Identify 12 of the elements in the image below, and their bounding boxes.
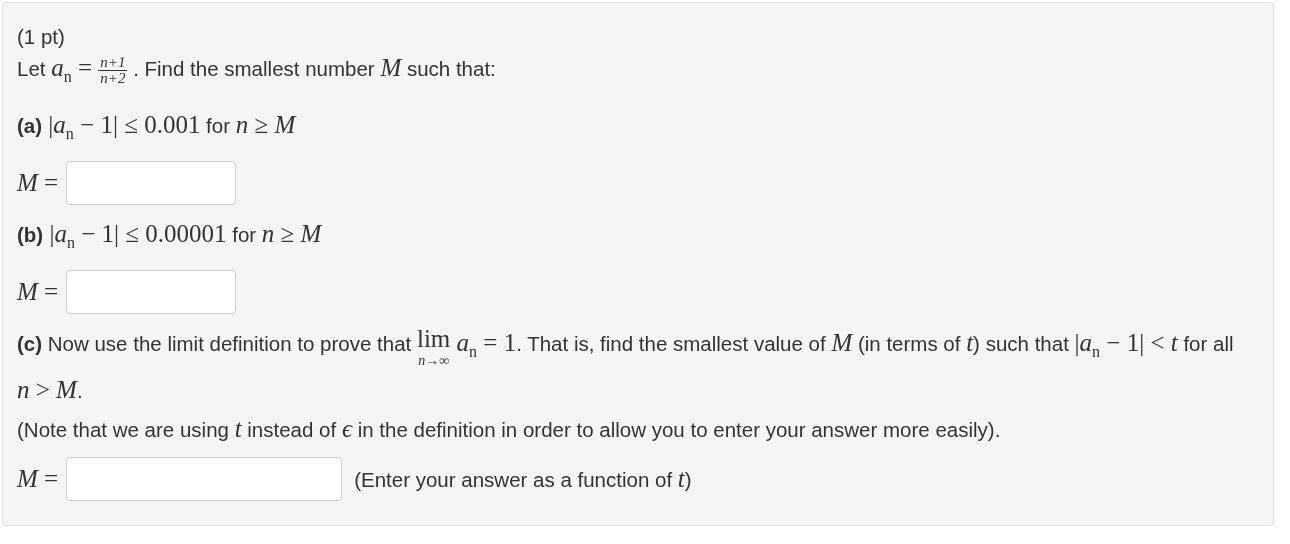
answer-field[interactable] [66, 161, 237, 205]
answer-field[interactable] [66, 457, 343, 501]
answer-label: M = [17, 278, 59, 306]
points-label: (1 pt) [17, 25, 66, 49]
hint-text: (Enter your answer as a function of t) [354, 465, 692, 493]
question-text: (a) |a$_{n}$ − 1| ≤ 0.001 for n ≥ M [17, 110, 298, 144]
note-text: (Note that we are using t instead of ϵ in the definition in order to allow you to enter your answer more easily). [17, 414, 1002, 444]
answer-label: M = [17, 465, 59, 493]
question-text: (c) Now use the limit definition to prove that lim n→∞ a$_{n}$ = 1. That is, find the smallest value of M (in terms of t) such that |a$_{n}$ − 1| < t for all n > M. [17, 324, 1235, 405]
answer-field[interactable] [66, 270, 237, 314]
answer-label: M = [17, 169, 59, 197]
question-text: (b) |a$_{n}$ − 1| ≤ 0.00001 for n ≥ M [17, 219, 324, 253]
